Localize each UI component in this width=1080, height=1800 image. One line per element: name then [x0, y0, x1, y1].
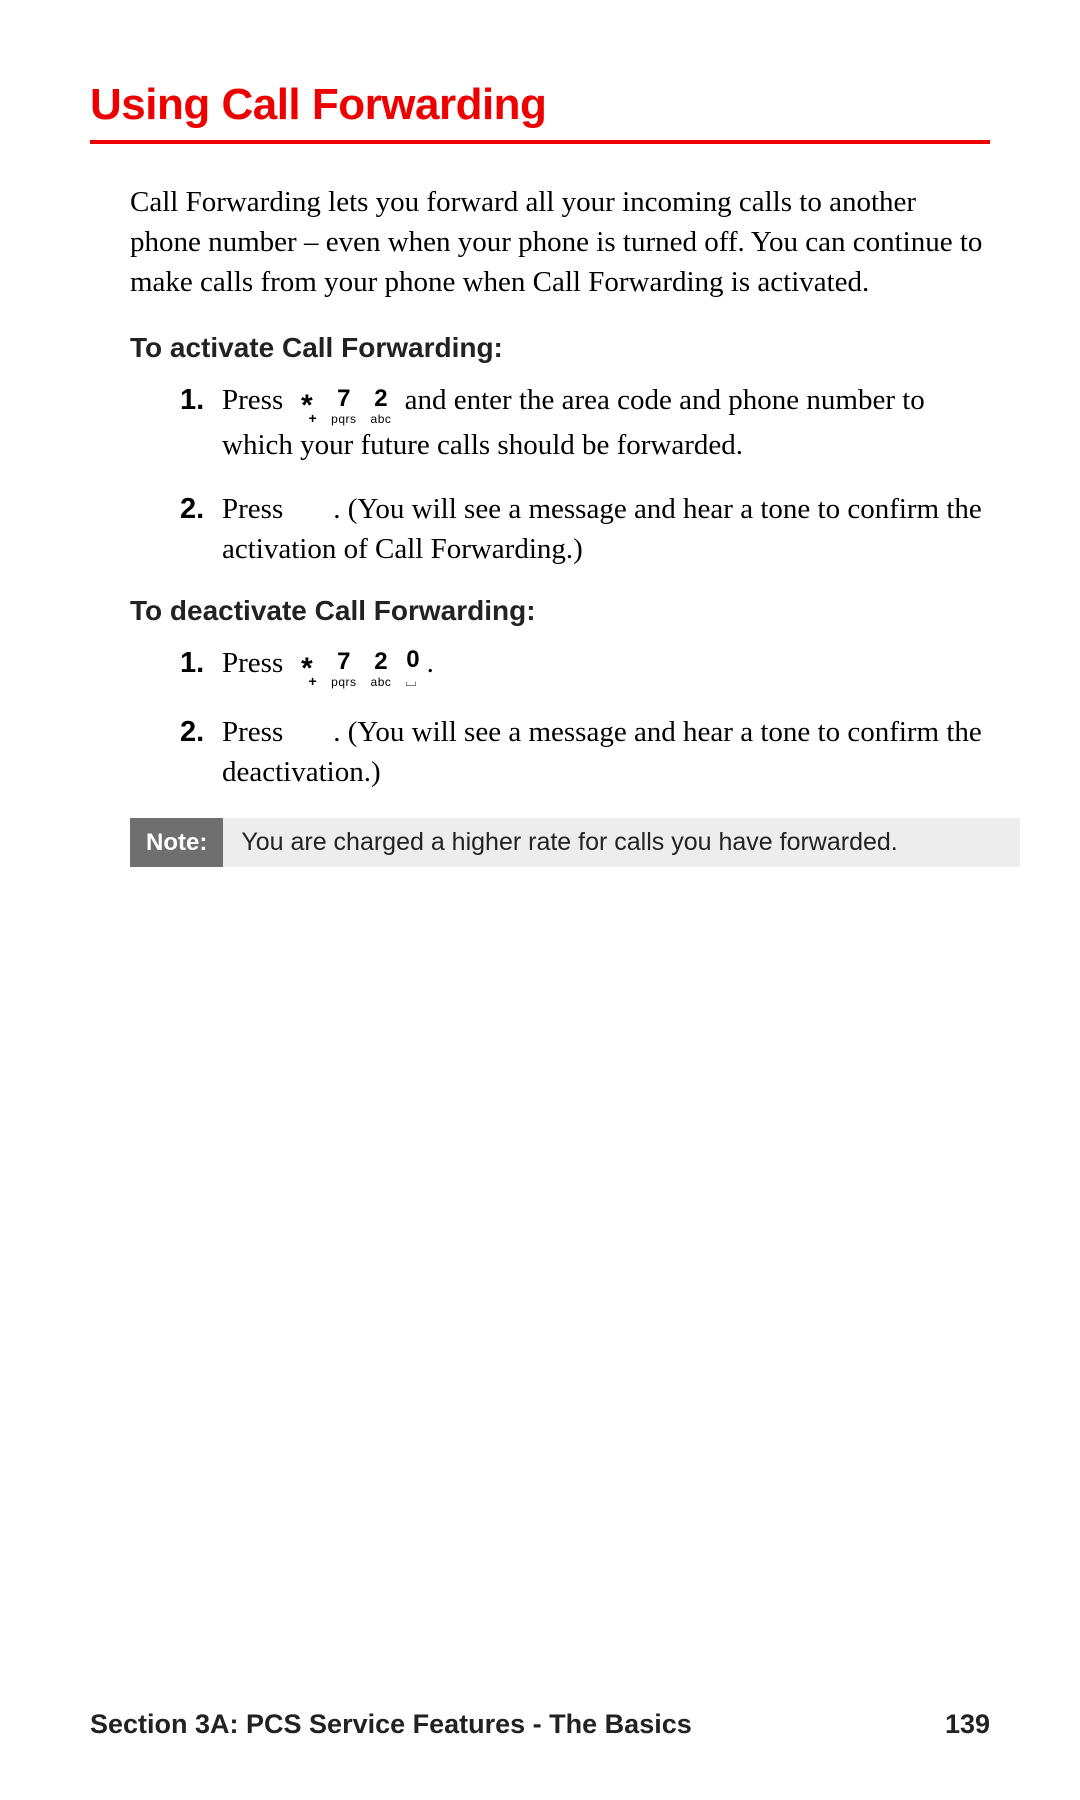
key-0-icon: 0⌴	[405, 648, 420, 688]
step-number: 2.	[180, 712, 222, 792]
step-text-pre: Press	[222, 716, 283, 748]
deactivate-steps: 1. Press *+ 7pqrs 2abc 0⌴ . 2. Press. (Y…	[180, 643, 990, 792]
activate-steps: 1. Press *+ 7pqrs 2abc and enter the are…	[180, 380, 990, 569]
key-7-icon: 7pqrs	[331, 650, 356, 688]
intro-paragraph: Call Forwarding lets you forward all you…	[130, 182, 990, 302]
key-sequence: *+ 7pqrs 2abc	[296, 387, 391, 425]
page-title: Using Call Forwarding	[90, 80, 990, 144]
key-star-icon: *+	[296, 660, 317, 688]
list-item: 2. Press. (You will see a message and he…	[180, 712, 990, 792]
footer-page-number: 139	[945, 1709, 990, 1740]
step-text-pre: Press	[222, 493, 283, 525]
footer-section: Section 3A: PCS Service Features - The B…	[90, 1709, 692, 1740]
step-text-post: . (You will see a message and hear a ton…	[222, 716, 982, 788]
step-text-pre: Press	[222, 384, 283, 416]
step-number: 2.	[180, 489, 222, 569]
step-number: 1.	[180, 380, 222, 465]
note-label: Note:	[130, 818, 223, 867]
key-star-icon: *+	[296, 397, 317, 425]
list-item: 1. Press *+ 7pqrs 2abc and enter the are…	[180, 380, 990, 465]
activate-heading: To activate Call Forwarding:	[130, 332, 990, 364]
step-text-post: .	[427, 647, 434, 679]
step-text-post: . (You will see a message and hear a ton…	[222, 493, 982, 565]
step-number: 1.	[180, 643, 222, 688]
note-text: You are charged a higher rate for calls …	[223, 818, 1020, 867]
deactivate-heading: To deactivate Call Forwarding:	[130, 595, 990, 627]
key-7-icon: 7pqrs	[331, 387, 356, 425]
list-item: 1. Press *+ 7pqrs 2abc 0⌴ .	[180, 643, 990, 688]
key-2-icon: 2abc	[371, 650, 392, 688]
list-item: 2. Press. (You will see a message and he…	[180, 489, 990, 569]
key-sequence: *+ 7pqrs 2abc 0⌴	[296, 648, 420, 688]
key-2-icon: 2abc	[371, 387, 392, 425]
note-bar: Note: You are charged a higher rate for …	[130, 818, 1020, 867]
step-text-pre: Press	[222, 647, 283, 679]
